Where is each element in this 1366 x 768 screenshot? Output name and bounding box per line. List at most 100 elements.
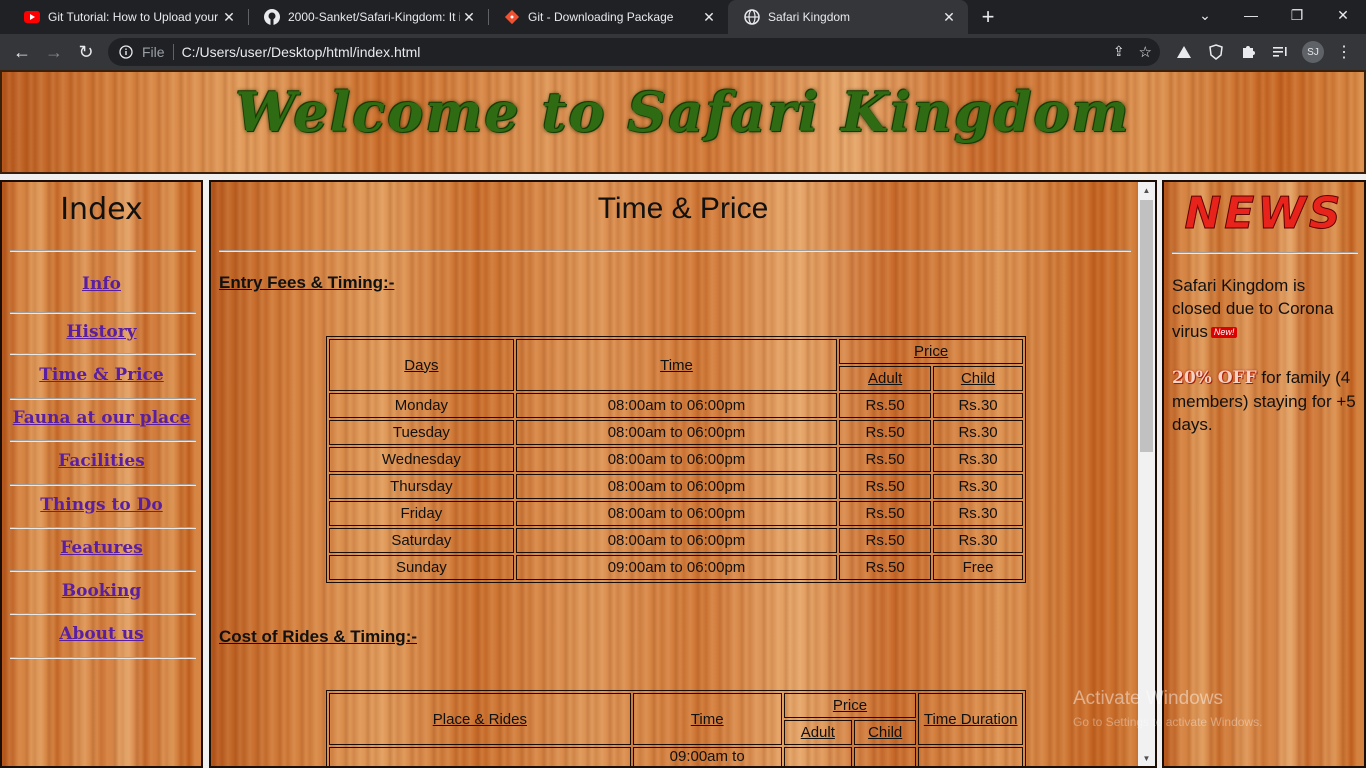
- table-row: Thursday 08:00am to 06:00pm Rs.50 Rs.30: [329, 474, 1023, 499]
- tab-github[interactable]: 2000-Sanket/Safari-Kingdom: It i ✕: [248, 0, 488, 34]
- address-bar[interactable]: File C:/Users/user/Desktop/html/index.ht…: [108, 38, 1160, 66]
- close-tab-icon[interactable]: ✕: [940, 8, 958, 26]
- minimize-icon[interactable]: —: [1228, 0, 1274, 30]
- divider: [10, 353, 196, 355]
- nav-link-history[interactable]: History: [2, 322, 201, 342]
- main-frame: Time & Price Entry Fees & Timing:- Days …: [209, 180, 1157, 768]
- cell-day: Wednesday: [329, 447, 514, 472]
- share-icon[interactable]: ⇪: [1113, 43, 1125, 61]
- vertical-scrollbar[interactable]: ▲ ▼: [1138, 182, 1155, 766]
- header-banner: Welcome to Safari Kingdom: [0, 70, 1366, 174]
- tab-safari-kingdom[interactable]: Safari Kingdom ✕: [728, 0, 968, 34]
- rides-table: Place & Rides Time Price Time Duration A…: [326, 690, 1026, 766]
- cell-time: 08:00am to 06:00pm: [515, 447, 838, 472]
- tab-git-download[interactable]: Git - Downloading Package ✕: [488, 0, 728, 34]
- close-tab-icon[interactable]: ✕: [220, 8, 238, 26]
- tab-git-tutorial[interactable]: Git Tutorial: How to Upload your ✕: [8, 0, 248, 34]
- tab-search-icon[interactable]: ⌄: [1182, 0, 1228, 30]
- git-icon: [504, 9, 520, 25]
- index-frame: Index Info History Time & Price Fauna at…: [0, 180, 203, 768]
- table-row: Sunday 09:00am to 06:00pm Rs.50 Free: [329, 555, 1023, 580]
- profile-initials: SJ: [1307, 46, 1319, 58]
- nav-link-booking[interactable]: Booking: [2, 581, 201, 601]
- browser-toolbar: ← → ↻ File C:/Users/user/Desktop/html/in…: [0, 34, 1366, 70]
- divider: [10, 613, 196, 615]
- menu-kebab-icon[interactable]: ⋮: [1334, 42, 1354, 62]
- cell-adult: Rs.50: [839, 555, 932, 580]
- cell-time: 09:00am to: [632, 747, 782, 766]
- cell-child: Rs.30: [933, 447, 1023, 472]
- scroll-down-icon[interactable]: ▼: [1138, 750, 1155, 766]
- cell-day: Tuesday: [329, 420, 514, 445]
- forward-icon[interactable]: →: [40, 38, 68, 66]
- restore-icon[interactable]: ❐: [1274, 0, 1320, 30]
- new-badge: New!: [1210, 327, 1238, 338]
- cell-adult: Rs.50: [839, 393, 932, 418]
- reload-icon[interactable]: ↻: [72, 38, 100, 66]
- extensions-puzzle-icon[interactable]: [1238, 42, 1258, 62]
- cell-child: Rs.30: [933, 474, 1023, 499]
- entry-fees-heading: Entry Fees & Timing:-: [219, 273, 395, 292]
- cell-adult: Rs.50: [839, 420, 932, 445]
- header-title: Welcome to Safari Kingdom: [235, 80, 1131, 144]
- cell-child: Rs.30: [933, 528, 1023, 553]
- col-header-days: Days: [329, 339, 514, 391]
- close-window-icon[interactable]: ✕: [1320, 0, 1366, 30]
- table-row: Wednesday 08:00am to 06:00pm Rs.50 Rs.30: [329, 447, 1023, 472]
- col-header-child: Child: [854, 720, 917, 745]
- new-tab-button[interactable]: +: [976, 4, 1000, 29]
- cell-child: Free: [933, 555, 1023, 580]
- cell-place: [329, 747, 631, 766]
- cell-adult: [783, 747, 852, 766]
- divider: [10, 312, 196, 314]
- brave-shield-icon[interactable]: [1206, 42, 1226, 62]
- col-header-adult: Adult: [839, 366, 932, 391]
- cell-adult: Rs.50: [839, 447, 932, 472]
- cell-time: 08:00am to 06:00pm: [515, 528, 838, 553]
- activate-windows-title: Activate Windows: [1073, 688, 1223, 709]
- cell-duration: [918, 747, 1023, 766]
- cell-adult: Rs.50: [839, 474, 932, 499]
- info-icon[interactable]: [118, 44, 134, 60]
- table-row: Monday 08:00am to 06:00pm Rs.50 Rs.30: [329, 393, 1023, 418]
- divider: [10, 570, 196, 572]
- cell-child: Rs.30: [933, 420, 1023, 445]
- divider: [10, 657, 196, 659]
- cell-time: 08:00am to 06:00pm: [515, 501, 838, 526]
- divider: [10, 527, 196, 529]
- news-frame: NEWS Safari Kingdom is closed due to Cor…: [1162, 180, 1366, 768]
- bookmark-star-icon[interactable]: ☆: [1139, 43, 1152, 61]
- cell-day: Saturday: [329, 528, 514, 553]
- tab-title: 2000-Sanket/Safari-Kingdom: It i: [288, 10, 460, 24]
- col-header-time: Time: [632, 693, 782, 745]
- col-header-time: Time: [515, 339, 838, 391]
- scrollbar-thumb[interactable]: [1140, 200, 1153, 452]
- nav-link-info[interactable]: Info: [2, 274, 201, 294]
- divider: [10, 250, 196, 252]
- cell-child: Rs.30: [933, 393, 1023, 418]
- back-icon[interactable]: ←: [8, 38, 36, 66]
- divider: [10, 440, 196, 442]
- scroll-up-icon[interactable]: ▲: [1138, 182, 1155, 198]
- nav-link-time-price[interactable]: Time & Price: [2, 365, 201, 385]
- news-item-corona: Safari Kingdom is closed due to Corona v…: [1172, 274, 1358, 343]
- tab-strip: Git Tutorial: How to Upload your ✕ 2000-…: [0, 0, 1366, 34]
- reading-list-icon[interactable]: [1270, 42, 1290, 62]
- close-tab-icon[interactable]: ✕: [700, 8, 718, 26]
- nav-link-features[interactable]: Features: [2, 538, 201, 558]
- nav-link-facilities[interactable]: Facilities: [2, 451, 201, 471]
- nav-link-about-us[interactable]: About us: [2, 624, 201, 644]
- cell-day: Friday: [329, 501, 514, 526]
- extension-triangle-icon[interactable]: [1174, 42, 1194, 62]
- profile-avatar[interactable]: SJ: [1302, 41, 1324, 63]
- table-row: Tuesday 08:00am to 06:00pm Rs.50 Rs.30: [329, 420, 1023, 445]
- cell-time: 08:00am to 06:00pm: [515, 420, 838, 445]
- col-header-price: Price: [839, 339, 1023, 364]
- url-text[interactable]: C:/Users/user/Desktop/html/index.html: [182, 44, 421, 60]
- close-tab-icon[interactable]: ✕: [460, 8, 478, 26]
- cell-adult: Rs.50: [839, 501, 932, 526]
- col-header-duration: Time Duration: [918, 693, 1023, 745]
- nav-link-things-to-do[interactable]: Things to Do: [2, 495, 201, 515]
- page-title: Time & Price: [597, 192, 769, 225]
- nav-link-fauna[interactable]: Fauna at our place: [2, 408, 201, 428]
